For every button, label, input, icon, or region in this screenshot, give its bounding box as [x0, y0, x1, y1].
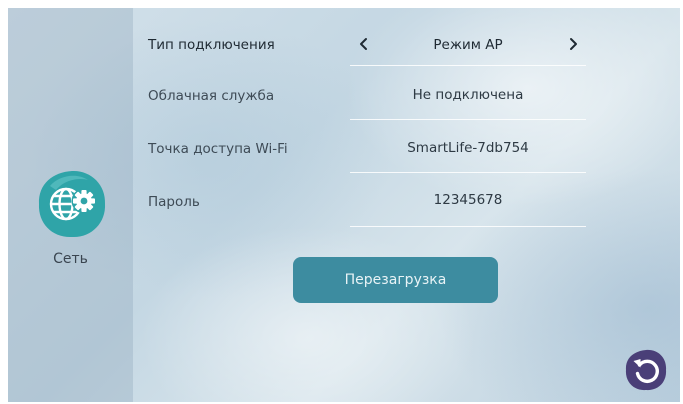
password-label: Пароль [148, 194, 200, 210]
chevron-right-icon[interactable] [565, 36, 581, 52]
undo-arrow-icon[interactable] [624, 348, 668, 392]
sidebar-label: Сеть [53, 251, 88, 267]
divider [350, 172, 586, 173]
divider [350, 119, 586, 120]
cloud-service-value: Не подключена [412, 87, 524, 103]
sidebar: Сеть [8, 8, 133, 402]
cloud-service-label: Облачная служба [148, 88, 275, 104]
divider [350, 65, 586, 66]
wifi-ap-label: Точка доступа Wi-Fi [148, 141, 288, 157]
password-value[interactable]: 12345678 [350, 192, 586, 208]
connection-type-value[interactable]: Режим AP [350, 37, 586, 53]
wifi-ap-value[interactable]: SmartLife-7db754 [350, 140, 586, 156]
connection-type-label: Тип подключения [148, 37, 275, 53]
screen: Сеть Тип подключения Режим AP Облачная с… [8, 8, 680, 402]
reboot-button[interactable]: Перезагрузка [293, 257, 498, 303]
network-settings-icon[interactable] [36, 168, 108, 240]
divider [350, 226, 586, 227]
